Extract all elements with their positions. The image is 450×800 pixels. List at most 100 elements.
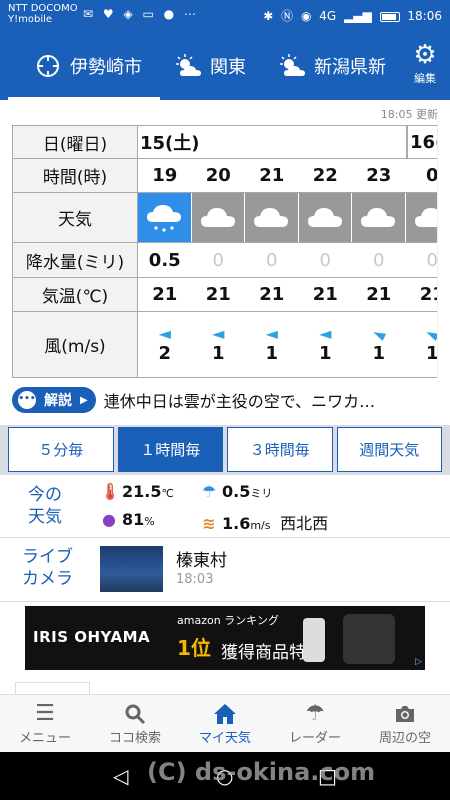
ad-rank: 1位 (177, 636, 211, 660)
location-crosshair-icon (37, 55, 59, 77)
eye-icon: ◉ (300, 9, 312, 23)
tab-1hour[interactable]: １時間毎 (117, 427, 223, 472)
updated-time: 18:05 更新 (380, 108, 438, 121)
ad-choices-icon[interactable]: ▷ (415, 657, 422, 667)
wind-label: 風(m/s) (13, 312, 138, 377)
humidity-drop-icon: ● (102, 510, 116, 529)
current-label-line2: 天気 (28, 507, 62, 527)
precip-label: 降水量(ミリ) (13, 243, 138, 277)
bottom-navigation: ☰ メニュー ココ検索 マイ天気 ☂ レーダー 周辺の空 (0, 694, 450, 752)
ad-banner[interactable]: IRIS OHYAMA amazon ランキング 1位 獲得商品特集 ▷ (25, 606, 425, 670)
precipitation-value: 0.5 (222, 482, 251, 501)
temp-cell: 21 (312, 284, 338, 305)
carrier-info: NTT DOCOMO Y!mobile (8, 3, 78, 25)
wind-speed-value: 1.6 (222, 514, 251, 533)
location-tab-niigata[interactable]: 新潟県新 (278, 32, 392, 100)
wind-speed: 1 (318, 343, 332, 364)
commentary-badge[interactable]: ••• 解説 ▶ (12, 387, 96, 413)
status-bar: NTT DOCOMO Y!mobile ✉ ♥ ◈ ▭ ● ⋯ ✱ Ⓝ ◉ 4G… (0, 0, 450, 32)
weather-label: 天気 (13, 193, 138, 242)
speech-bubble-icon: ••• (18, 391, 36, 409)
nav-label: 周辺の空 (378, 731, 431, 746)
live-camera-thumbnail[interactable] (100, 546, 163, 592)
nav-radar[interactable]: ☂ レーダー (270, 695, 360, 752)
day-row: 日(曜日) 15(土) 16( (13, 126, 437, 159)
nav-menu[interactable]: ☰ メニュー (0, 695, 90, 752)
edit-button[interactable]: ⚙ 編集 (406, 40, 444, 86)
wind-speed: 2 (158, 343, 172, 364)
forecast-commentary[interactable]: ••• 解説 ▶ 連休中日は雲が主役の空で、ニワカ… (12, 380, 438, 420)
precip-cell: 0.5 (148, 249, 181, 271)
wind-arrow-icon: ◄ (212, 324, 225, 343)
hour-cell: 21 (259, 165, 285, 186)
location-tab-kanto[interactable]: 関東 (174, 32, 274, 100)
tab-5min[interactable]: ５分毎 (8, 427, 114, 472)
next-card-edge (15, 682, 90, 694)
cloud-icon (298, 193, 352, 242)
live-camera-time: 18:03 (176, 572, 214, 587)
weather-row: 天気 (13, 193, 437, 243)
umbrella-icon: ☂ (305, 701, 325, 726)
precip-cell: 0 (212, 249, 224, 271)
current-weather[interactable]: 今の 天気 🌡 21.5℃ ☂ 0.5ミリ ● 81% ≋ 1.6m/s 西北西 (0, 478, 450, 538)
temp-cell: 21 (259, 284, 285, 305)
location-name: 伊勢崎市 (70, 57, 142, 78)
cloud-icon (352, 193, 406, 242)
live-label-line2: カメラ (22, 569, 73, 589)
camera-icon (396, 706, 414, 722)
current-humidity: ● 81% (100, 510, 155, 529)
wind-speed: 1 (425, 343, 437, 364)
temp-cell: 21 (152, 284, 178, 305)
live-camera-place: 榛東村 (176, 551, 227, 571)
hour-row: 時間(時) 19 20 21 22 23 0 (13, 159, 437, 193)
current-wind: ≋ 1.6m/s 西北西 (200, 510, 328, 534)
wind-cell: ◄ 1 (299, 312, 353, 377)
wind-cell: ◄ 1 (245, 312, 299, 377)
temp-cell: 21 (205, 284, 231, 305)
tab-weekly[interactable]: 週間天気 (336, 427, 442, 472)
ad-amazon-label: amazon ランキング (177, 614, 279, 627)
live-camera[interactable]: ライブ カメラ 榛東村 18:03 (0, 540, 450, 602)
hour-cell: 19 (152, 165, 178, 186)
wind-cell: ◄ 1 (406, 312, 437, 377)
wind-row: 風(m/s) ◄ 2 ◄ 1 ◄ 1 ◄ 1 ◄ 1 ◄ 1 (13, 312, 437, 378)
nav-search[interactable]: ココ検索 (90, 695, 180, 752)
ad-brand: IRIS OHYAMA (33, 628, 151, 646)
commentary-badge-label: 解説 (44, 393, 72, 409)
location-name: 関東 (210, 57, 246, 78)
temp-cell: 21 (366, 284, 392, 305)
edit-label: 編集 (414, 72, 436, 85)
current-temperature: 🌡 21.5℃ (100, 482, 174, 501)
nav-nearby-sky[interactable]: 周辺の空 (360, 695, 450, 752)
partly-cloudy-icon (280, 54, 305, 76)
current-precipitation: ☂ 0.5ミリ (200, 482, 273, 501)
precip-cell: 0 (319, 249, 331, 271)
tab-3hour[interactable]: ３時間毎 (227, 427, 333, 472)
wind-speed: 1 (372, 343, 386, 364)
back-icon[interactable]: ◁ (113, 764, 128, 788)
wind-arrow-icon: ◄ (422, 322, 437, 345)
location-tab-isesaki[interactable]: 伊勢崎市 (8, 32, 160, 100)
current-weather-label: 今の 天気 (28, 484, 78, 528)
precip-row: 降水量(ミリ) 0.5 0 0 0 0 0 (13, 243, 437, 278)
status-right: ✱ Ⓝ ◉ 4G ▂▄▆ 18:06 (259, 7, 442, 24)
carrier-line2: Y!mobile (8, 14, 53, 25)
ad-product-image (343, 614, 395, 664)
watermark: (C) ds-okina.com (147, 758, 376, 786)
day-label: 日(曜日) (13, 126, 138, 158)
live-label-line1: ライブ (22, 547, 73, 567)
location-header: 伊勢崎市 関東 新潟県新 ⚙ 編集 (0, 32, 450, 100)
wind-unit: m/s (250, 519, 271, 532)
nfc-icon: Ⓝ (281, 9, 294, 23)
thermometer-icon: 🌡 (100, 482, 121, 501)
wind-direction: 西北西 (280, 514, 329, 533)
network-type: 4G (319, 9, 337, 23)
humidity-value: 81 (122, 510, 145, 529)
nav-label: マイ天気 (198, 731, 251, 746)
humidity-unit: % (144, 515, 155, 528)
notification-icons: ✉ ♥ ◈ ▭ ● ⋯ (83, 7, 199, 21)
ad-product-image (303, 618, 325, 662)
temp-label: 気温(℃) (13, 278, 138, 311)
nav-my-weather[interactable]: マイ天気 (180, 695, 270, 752)
hour-cell: 22 (312, 165, 338, 186)
